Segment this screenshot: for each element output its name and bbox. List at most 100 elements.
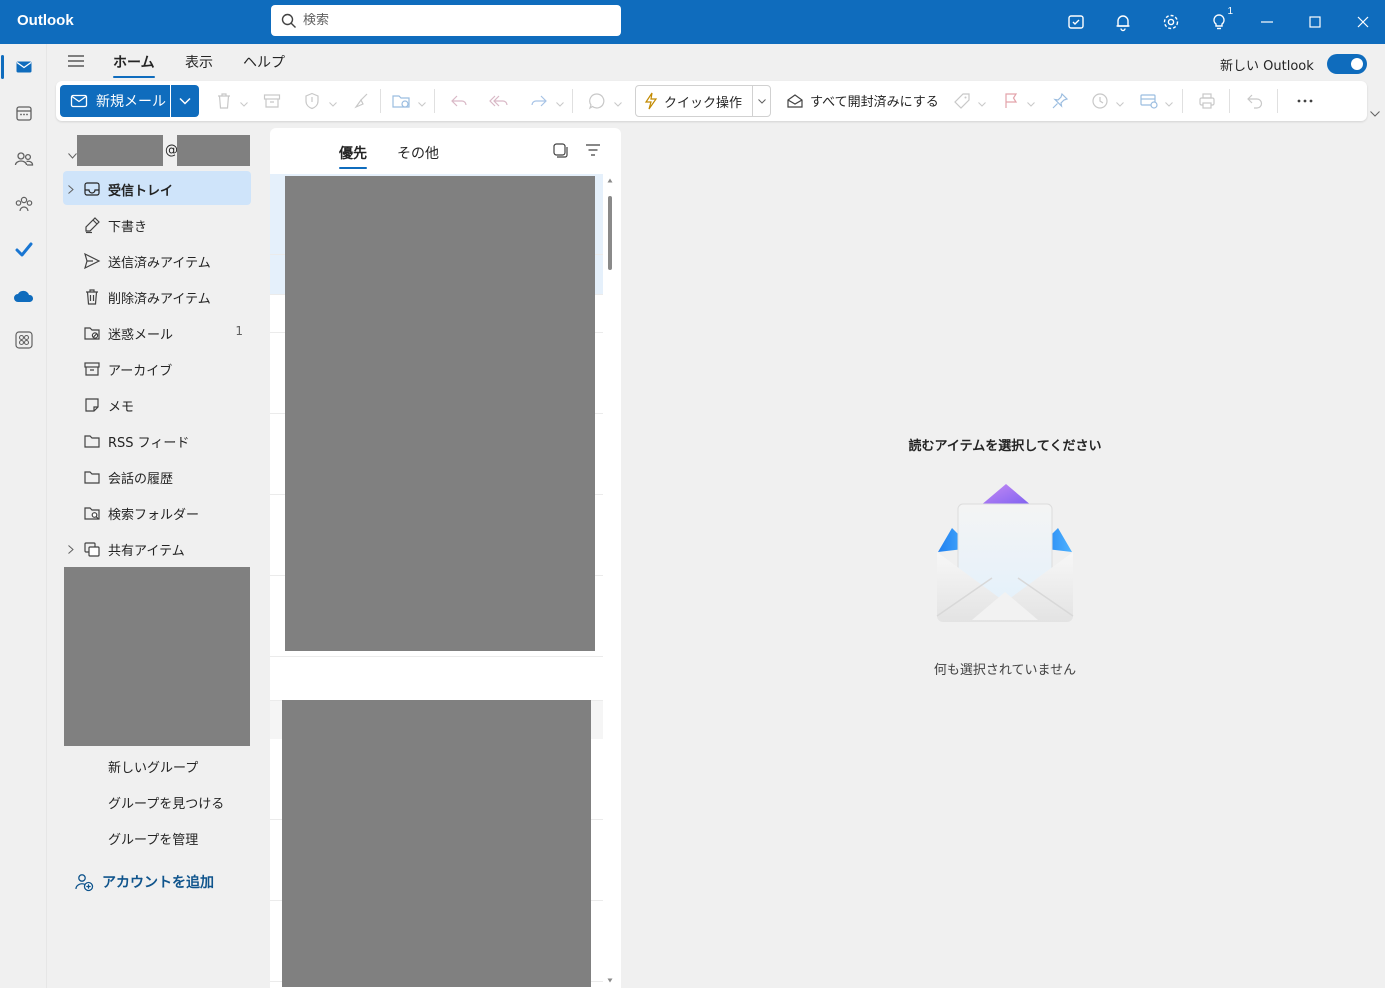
quick-steps-button[interactable]: クイック操作 (635, 85, 771, 117)
list-item[interactable] (270, 657, 603, 701)
rail-onedrive[interactable] (0, 276, 47, 316)
flag-icon[interactable] (1001, 91, 1021, 111)
tips-icon[interactable]: 1 (1207, 6, 1235, 34)
scrollbar-thumb[interactable] (608, 196, 612, 270)
redacted-messages (285, 176, 595, 651)
scroll-up-arrow-icon[interactable] (607, 178, 613, 183)
folder-label: 検索フォルダー (108, 508, 200, 523)
maximize-icon[interactable] (1303, 10, 1327, 34)
my-day-icon[interactable] (1064, 10, 1088, 34)
tab-home[interactable]: ホーム (113, 52, 155, 78)
folder-deleted[interactable]: 削除済みアイテム (63, 279, 251, 313)
account-header[interactable]: @ (64, 135, 254, 166)
archive-icon[interactable] (262, 91, 282, 111)
folder-sent[interactable]: 送信済みアイテム (63, 243, 251, 277)
new-outlook-label: 新しい Outlook (1220, 59, 1314, 74)
chevron-down-icon[interactable] (1116, 96, 1124, 111)
rail-more-apps[interactable] (0, 320, 47, 360)
folder-pane: @ 受信トレイ 下書き 送信済みアイテム 削除済みアイテム 迷惑メール 1 アー… (48, 128, 264, 988)
folder-drafts[interactable]: 下書き (63, 207, 251, 241)
ribbon-expand-chevron-icon[interactable] (1370, 106, 1380, 121)
app-title: Outlook (17, 12, 74, 29)
title-bar: Outlook 1 (0, 0, 1385, 44)
mark-all-read-button[interactable]: すべて開封済みにする (786, 91, 939, 110)
chevron-down-icon[interactable] (240, 96, 248, 111)
chat-bubble-icon[interactable] (587, 91, 607, 111)
app-rail (0, 44, 47, 988)
chevron-down-icon (757, 98, 766, 104)
more-options-icon[interactable] (1295, 91, 1315, 111)
folder-icon (83, 468, 101, 486)
filter-icon[interactable] (585, 143, 601, 161)
print-icon[interactable] (1197, 91, 1217, 111)
folder-label: 迷惑メール (108, 328, 174, 343)
rail-todo[interactable] (0, 230, 47, 270)
chevron-down-icon[interactable] (614, 96, 622, 111)
chevron-right-icon[interactable] (68, 543, 74, 558)
send-icon (83, 252, 101, 270)
delete-icon[interactable] (214, 91, 234, 111)
toolbar-separator (434, 89, 435, 113)
empty-state-subtitle: 何も選択されていません (933, 663, 1077, 678)
tab-focused[interactable]: 優先 (339, 143, 367, 169)
pin-icon[interactable] (1050, 91, 1070, 111)
new-mail-dropdown[interactable] (171, 85, 199, 117)
tab-help[interactable]: ヘルプ (243, 52, 285, 72)
reply-all-icon[interactable] (489, 91, 509, 111)
quick-steps-label: クイック操作 (664, 95, 743, 111)
rail-groups[interactable] (0, 184, 47, 224)
gear-icon[interactable] (1159, 10, 1183, 34)
add-account-button[interactable]: アカウントを追加 (74, 872, 214, 892)
rules-icon[interactable] (1139, 91, 1159, 111)
calendar-icon (15, 106, 32, 121)
scroll-down-arrow-icon[interactable] (607, 978, 613, 983)
redacted-groups-list (64, 567, 250, 746)
close-icon[interactable] (1351, 10, 1375, 34)
search-input[interactable] (303, 13, 603, 28)
discover-groups-link[interactable]: グループを見つける (108, 793, 224, 812)
chevron-right-icon[interactable] (68, 183, 74, 198)
minimize-icon[interactable] (1255, 10, 1279, 34)
undo-icon[interactable] (1245, 91, 1265, 111)
chevron-down-icon[interactable] (329, 96, 337, 111)
folder-junk[interactable]: 迷惑メール 1 (63, 315, 251, 349)
new-outlook-toggle[interactable] (1327, 54, 1367, 74)
rail-calendar[interactable] (0, 93, 47, 133)
folder-label: 共有アイテム (108, 544, 185, 559)
chevron-down-icon[interactable] (556, 96, 564, 111)
shield-icon[interactable] (302, 91, 322, 111)
tab-other[interactable]: その他 (397, 143, 439, 163)
chevron-down-icon[interactable] (1027, 96, 1035, 111)
select-mode-icon[interactable] (552, 142, 568, 162)
folder-label: メモ (108, 400, 135, 415)
search-box[interactable] (271, 5, 621, 36)
folder-inbox[interactable]: 受信トレイ (63, 171, 251, 205)
folder-rss[interactable]: RSS フィード (63, 423, 251, 457)
folder-search-folders[interactable]: 検索フォルダー (63, 495, 251, 529)
folder-notes[interactable]: メモ (63, 387, 251, 421)
message-list-scrollbar[interactable] (606, 178, 614, 988)
manage-groups-link[interactable]: グループを管理 (108, 829, 198, 848)
bell-icon[interactable] (1111, 10, 1135, 34)
move-folder-icon[interactable] (391, 91, 411, 111)
tag-icon[interactable] (952, 91, 972, 111)
folder-shared[interactable]: 共有アイテム (63, 531, 251, 565)
folder-conversation-history[interactable]: 会話の履歴 (63, 459, 251, 493)
hamburger-menu-icon[interactable] (67, 53, 85, 73)
quick-steps-dropdown[interactable] (752, 86, 770, 116)
clock-icon[interactable] (1090, 91, 1110, 111)
empty-state-title: 読むアイテムを選択してください (908, 439, 1102, 454)
tab-view[interactable]: 表示 (185, 52, 213, 72)
rail-mail[interactable] (0, 47, 47, 87)
chevron-down-icon[interactable] (418, 96, 426, 111)
forward-icon[interactable] (529, 91, 549, 111)
chevron-down-icon[interactable] (978, 96, 986, 111)
new-group-link[interactable]: 新しいグループ (108, 757, 198, 776)
new-mail-label: 新規メール (96, 94, 166, 110)
sweep-broom-icon[interactable] (351, 91, 371, 111)
rail-people[interactable] (0, 139, 47, 179)
folder-archive[interactable]: アーカイブ (63, 351, 251, 385)
new-mail-button[interactable]: 新規メール (60, 85, 170, 117)
chevron-down-icon[interactable] (1165, 96, 1173, 111)
reply-icon[interactable] (449, 91, 469, 111)
